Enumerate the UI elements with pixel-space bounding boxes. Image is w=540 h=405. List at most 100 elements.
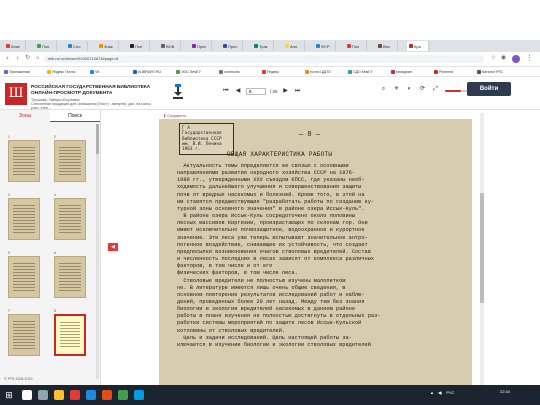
home-icon[interactable]: ⌂ (34, 55, 41, 62)
powerpoint-icon[interactable] (102, 390, 112, 400)
reload-icon[interactable]: ↻ (24, 55, 31, 62)
rotate-icon[interactable]: ⟳ (419, 86, 426, 93)
bookmark-item[interactable]: почта ЦДПО (305, 68, 331, 75)
viewer-scrollbar[interactable] (480, 113, 484, 385)
star-icon[interactable]: ☆ (490, 55, 497, 62)
explorer-icon[interactable] (54, 390, 64, 400)
bookmark-item[interactable]: СДО КемГУ (348, 68, 373, 75)
bookmark-item[interactable]: VK (90, 68, 100, 75)
browser-tab[interactable]: ФСР (314, 41, 336, 51)
download-icon[interactable] (172, 84, 184, 100)
text-line: погенное воздействие, снижающее их устой… (177, 241, 368, 248)
tab-zones[interactable]: Зоны (0, 110, 50, 122)
page-mark: — 8 — (299, 131, 321, 139)
tab-favicon-icon (68, 44, 72, 48)
bookmark-favicon-icon (219, 69, 223, 74)
login-button[interactable]: Войти (467, 82, 511, 96)
bookmark-label: Приложения (9, 69, 31, 74)
browser-tab[interactable]: ВОВ (159, 41, 181, 51)
browser-tab[interactable]: Сло (66, 41, 88, 51)
browser-tab[interactable]: Век (376, 41, 398, 51)
page-thumbnail[interactable] (54, 314, 86, 356)
thumbnail-number: 8 (54, 309, 56, 313)
prev-page-icon[interactable]: ◀ (234, 87, 242, 95)
browser-tab[interactable]: Пон (35, 41, 57, 51)
sidebar-scrollbar[interactable] (96, 124, 99, 379)
bookmark-item[interactable]: eLIBRARY.RU (133, 68, 161, 75)
browser-tab[interactable]: Трак (252, 41, 274, 51)
document-info: Тугушева, Зайнуш Юсуповна Стеклянная про… (31, 98, 161, 111)
skype-icon[interactable] (134, 390, 144, 400)
viewer-scroll-thumb[interactable] (480, 193, 484, 303)
page-thumbnail[interactable] (8, 198, 40, 240)
bookmarks-bar: Приложения Яндекс Почта VK eLIBRARY.RU ЭОС К… (0, 67, 540, 77)
page-thumbnail[interactable] (8, 314, 40, 356)
text-line: факторов, в том числе и от его (177, 263, 273, 270)
page-thumbnail[interactable] (54, 198, 86, 240)
thumbnail-number: 3 (8, 193, 10, 197)
bookmark-item[interactable]: Instagram (391, 68, 412, 75)
extension-icon[interactable]: ◉ (500, 55, 507, 62)
windows-start-icon[interactable]: ⊞ (4, 390, 14, 400)
menu-icon[interactable]: ⋮ (526, 55, 533, 62)
text-line: им ставятся предшествующие "разработать … (177, 198, 375, 205)
text-line: не. В литературе имеются лишь очень общи… (177, 284, 346, 291)
page-thumbnail[interactable] (54, 140, 86, 182)
thumbnail-preview (59, 263, 81, 292)
url-input[interactable]: elib.rsl.ru/viewer/01000710673#page=8 (44, 55, 484, 63)
rsl-logo[interactable]: Ш (5, 83, 27, 105)
page-thumbnail[interactable] (54, 256, 86, 298)
last-page-icon[interactable]: ⏭ (294, 87, 302, 95)
search-icon[interactable]: ⌕ (380, 86, 387, 93)
bookmark-favicon-icon (348, 69, 352, 74)
next-page-icon[interactable]: ▶ (282, 87, 290, 95)
tab-label: Прес (228, 43, 238, 49)
collapse-sidebar-button[interactable]: ◀ (108, 243, 118, 251)
bookmark-item[interactable]: ЭОС КемГУ (176, 68, 201, 75)
fullscreen-icon[interactable]: ⤢ (432, 86, 439, 93)
thumbnail-preview (13, 321, 35, 350)
bookmark-favicon-icon (4, 69, 8, 74)
browser-tab[interactable]: Пон (345, 41, 367, 51)
page-thumbnail[interactable] (8, 140, 40, 182)
tab-search[interactable]: Поиск (50, 110, 100, 122)
back-icon[interactable]: ‹ (4, 55, 11, 62)
browser-tab[interactable]: Анн (283, 41, 305, 51)
search-icon[interactable] (22, 390, 32, 400)
first-page-icon[interactable]: ⏮ (222, 87, 230, 95)
network-icon[interactable]: ▲ (430, 390, 434, 395)
word-icon[interactable] (86, 390, 96, 400)
browser-tab[interactable]: Кра (407, 41, 429, 51)
page-toolbar (159, 113, 472, 119)
clock[interactable]: 22:34 (500, 389, 510, 394)
bookmark-item[interactable]: commons (219, 68, 240, 75)
tab-label: Анн (290, 43, 298, 49)
task-view-icon[interactable] (38, 390, 48, 400)
zoom-slider-fill (445, 90, 461, 92)
browser-tab[interactable]: Прес (190, 41, 212, 51)
profile-avatar[interactable] (512, 55, 520, 63)
excel-icon[interactable] (118, 390, 128, 400)
contrast-icon[interactable]: ◐ (406, 86, 413, 93)
browser-tab[interactable]: Пон (128, 41, 150, 51)
sidebar-scroll-thumb[interactable] (96, 124, 99, 154)
bookmark-item[interactable]: Приложения (4, 68, 30, 75)
page-number-input[interactable] (246, 87, 266, 95)
bookmark-item[interactable]: Яндекс Почта (47, 68, 75, 75)
browser-tab[interactable]: Знак (97, 41, 119, 51)
browser-tab[interactable]: Анке (4, 41, 26, 51)
bookmark-item[interactable]: Яндекс (262, 68, 279, 75)
tab-favicon-icon (37, 44, 41, 48)
bookmark-item[interactable]: Pinterest (434, 68, 453, 75)
page-thumbnail[interactable] (8, 256, 40, 298)
language-indicator[interactable]: РУС (446, 390, 454, 395)
brightness-icon[interactable]: ☀ (393, 86, 400, 93)
forward-icon[interactable]: › (14, 55, 21, 62)
bookmark-item[interactable]: Каталог РГБ (477, 68, 503, 75)
browser-tab[interactable]: Прес (221, 41, 243, 51)
volume-icon[interactable]: ◀) (438, 390, 442, 395)
save-button[interactable]: ⬇ Сохранить (163, 113, 186, 119)
chrome-icon[interactable] (70, 390, 80, 400)
tab-label: Кра (414, 43, 421, 49)
bookmark-favicon-icon (262, 69, 266, 74)
